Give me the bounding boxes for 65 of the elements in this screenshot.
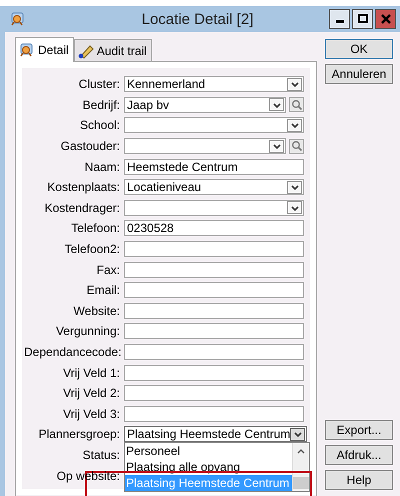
text-field[interactable] <box>124 406 304 422</box>
scrollbar[interactable] <box>292 443 309 492</box>
chevron-down-icon[interactable] <box>287 118 302 132</box>
field-label: Vrij Veld 1: <box>62 366 121 380</box>
window-title: Locatie Detail [2] <box>140 10 254 28</box>
text-field[interactable] <box>124 282 304 298</box>
text-field[interactable] <box>124 385 304 402</box>
text-field[interactable] <box>124 302 304 319</box>
text-field[interactable] <box>124 344 304 360</box>
text-field[interactable]: 0230528 <box>124 220 304 236</box>
text-field[interactable]: Heemstede Centrum <box>124 158 304 175</box>
field-label: Email: <box>86 283 121 298</box>
field-label: Kostenplaats: <box>46 180 121 194</box>
field-label: Vrij Veld 2: <box>62 386 121 400</box>
dropdown-field[interactable]: Plaatsing Heemstede Centrum <box>124 426 308 442</box>
chevron-down-icon[interactable] <box>287 78 302 91</box>
dropdown-field[interactable]: Locatieniveau <box>124 179 304 196</box>
search-button[interactable] <box>289 97 304 112</box>
text-field[interactable] <box>124 241 304 258</box>
scrollbar-thumb[interactable] <box>293 477 309 490</box>
text-field[interactable] <box>124 262 304 278</box>
app-icon <box>10 11 26 27</box>
chevron-down-icon[interactable] <box>290 428 306 441</box>
dropdown-field[interactable] <box>124 138 286 154</box>
field-label: Naam: <box>84 160 121 174</box>
field-label: Fax: <box>96 262 121 277</box>
field-label: Gastouder: <box>60 139 121 154</box>
field-label: Website: <box>72 304 121 318</box>
dropdown-field[interactable] <box>124 117 304 134</box>
field-label: Plannersgroep: <box>38 427 121 442</box>
search-button[interactable] <box>289 138 304 154</box>
field-label: Status: <box>82 448 121 462</box>
dialog-button[interactable]: Annuleren <box>325 64 393 84</box>
field-label: Kostendrager: <box>44 200 121 215</box>
tab[interactable]: Detail <box>15 37 74 62</box>
text-field[interactable] <box>124 364 304 381</box>
dropdown-field[interactable]: Kennemerland <box>124 76 304 92</box>
text-field[interactable] <box>124 323 304 340</box>
chevron-down-icon[interactable] <box>287 180 302 194</box>
field-label: Telefoon2: <box>64 242 121 256</box>
dropdown-field[interactable] <box>124 200 304 216</box>
field-label: Bedrijf: <box>82 98 121 112</box>
field-label: Vergunning: <box>54 324 121 338</box>
maximize-button[interactable] <box>352 9 373 29</box>
dropdown-option[interactable]: Personeel <box>125 443 292 460</box>
maximize-icon[interactable] <box>356 12 370 26</box>
chevron-down-icon[interactable] <box>287 201 302 214</box>
field-label: Cluster: <box>78 77 121 92</box>
location-icon <box>19 42 35 58</box>
dialog-button[interactable]: Help <box>325 470 393 490</box>
dropdown-field[interactable]: Jaap bv <box>124 96 286 113</box>
field-label: Dependancecode: <box>24 345 122 360</box>
tab[interactable]: Audit trail <box>74 39 152 61</box>
close-button[interactable] <box>375 9 396 29</box>
field-label: Telefoon: <box>70 221 121 236</box>
dialog-button[interactable]: Afdruk... <box>325 445 393 465</box>
minimize-button[interactable] <box>329 9 350 29</box>
field-label: School: <box>78 118 121 132</box>
dialog-button[interactable]: Export... <box>325 420 393 440</box>
close-icon[interactable] <box>378 12 392 26</box>
pen-icon <box>78 42 94 58</box>
field-label: Vrij Veld 3: <box>62 406 121 421</box>
chevron-down-icon[interactable] <box>269 98 284 112</box>
dialog-button[interactable]: OK <box>325 39 393 59</box>
chevron-down-icon[interactable] <box>269 140 284 153</box>
